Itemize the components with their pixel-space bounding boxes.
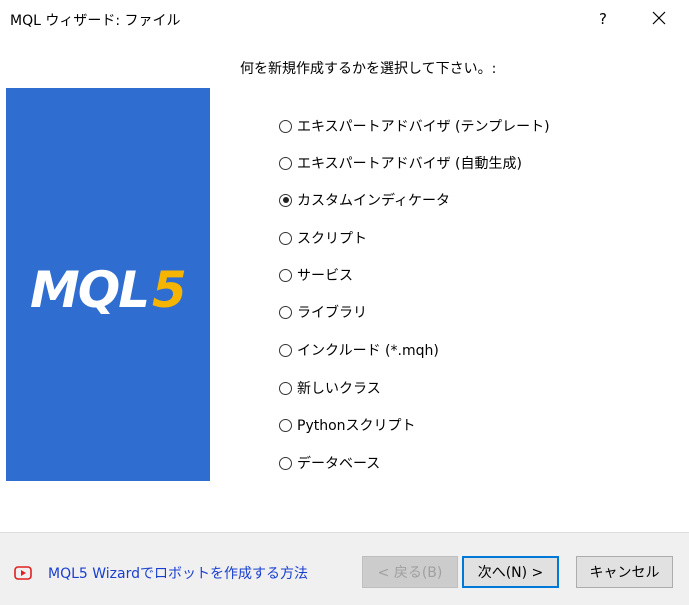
option-label: 新しいクラス [297,381,381,397]
next-button[interactable]: 次へ(N) > [462,556,559,588]
option-row[interactable]: Pythonスクリプト [279,415,416,435]
wizard-help-link[interactable]: MQL5 Wizardでロボットを作成する方法 [14,563,308,583]
logo-text-5: 5 [152,261,187,319]
option-label: スクリプト [297,231,367,247]
option-label: サービス [297,268,353,284]
option-row[interactable]: サービス [279,265,353,285]
radio-button[interactable] [279,119,292,133]
radio-button[interactable] [279,156,292,170]
mql5-logo: MQL 5 [30,261,187,319]
radio-button[interactable] [279,456,292,470]
close-button[interactable] [645,6,673,32]
radio-button[interactable] [279,343,292,357]
option-label: エキスパートアドバイザ (テンプレート) [297,119,550,135]
back-button[interactable]: < 戻る(B) [362,556,458,588]
radio-button[interactable] [279,418,292,432]
radio-button-checked[interactable] [279,193,292,207]
help-button[interactable]: ? [592,6,614,32]
option-label: エキスパートアドバイザ (自動生成) [297,156,522,172]
close-icon [652,11,666,25]
prompt-text: 何を新規作成するかを選択して下さい。: [240,61,497,77]
help-link-text: MQL5 Wizardでロボットを作成する方法 [48,566,309,582]
option-label: カスタムインディケータ [297,193,451,209]
option-row[interactable]: データベース [279,453,380,473]
video-play-icon [14,566,32,580]
footer: MQL5 Wizardでロボットを作成する方法 < 戻る(B) 次へ(N) > … [0,533,689,605]
radio-button[interactable] [279,305,292,319]
option-label: ライブラリ [297,305,367,321]
window-title: MQL ウィザード: ファイル [10,13,181,29]
option-row[interactable]: スクリプト [279,228,367,248]
mql-wizard-dialog: MQL ウィザード: ファイル ? 何を新規作成するかを選択して下さい。: MQ… [0,0,689,605]
logo-text-mql: MQL [30,261,148,319]
option-label: Pythonスクリプト [297,418,416,434]
radio-button[interactable] [279,268,292,282]
option-label: インクルード (*.mqh) [297,343,439,359]
option-row[interactable]: 新しいクラス [279,378,381,398]
radio-button[interactable] [279,231,292,245]
option-row[interactable]: ライブラリ [279,302,367,322]
mql5-logo-panel: MQL 5 [6,88,210,481]
option-row[interactable]: インクルード (*.mqh) [279,340,439,360]
title-bar: MQL ウィザード: ファイル ? [0,0,689,38]
option-row[interactable]: エキスパートアドバイザ (自動生成) [279,153,522,173]
option-row[interactable]: カスタムインディケータ [279,190,450,210]
cancel-button[interactable]: キャンセル [576,556,673,588]
option-row[interactable]: エキスパートアドバイザ (テンプレート) [279,116,550,136]
option-label: データベース [297,456,381,472]
radio-button[interactable] [279,381,292,395]
